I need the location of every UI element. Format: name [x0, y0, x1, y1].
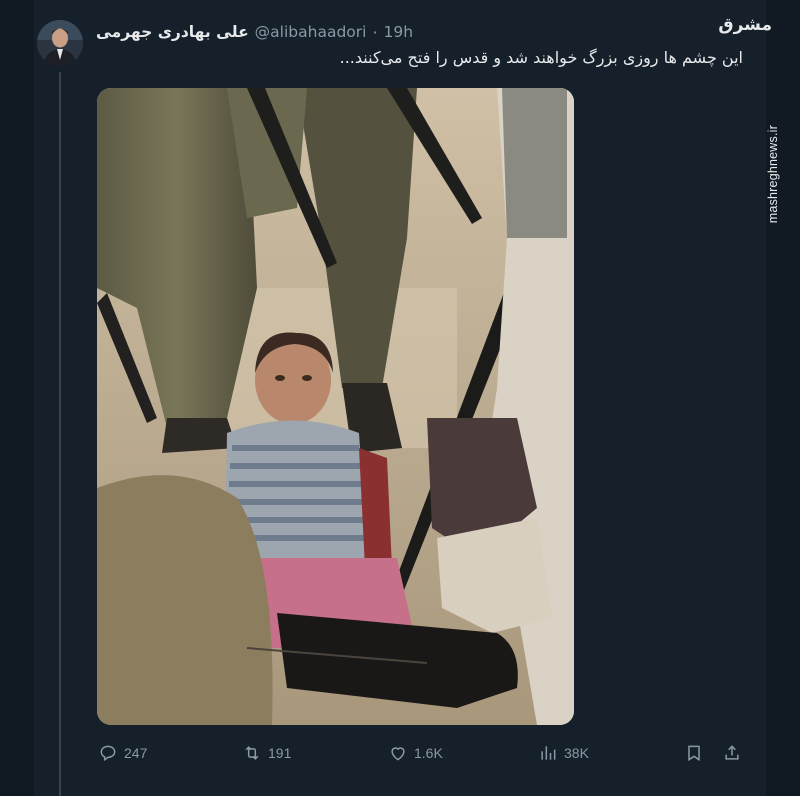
- reply-count: 247: [124, 745, 148, 761]
- reply-button[interactable]: 247: [98, 743, 147, 763]
- watermark-site: mashreghnews.ir: [766, 125, 780, 224]
- views-count: 38K: [564, 745, 589, 761]
- bookmark-icon: [688, 745, 700, 762]
- thread-line: [59, 72, 61, 796]
- retweet-count: 191: [268, 745, 292, 761]
- watermark: مشرق mashreghnews.ir: [718, 15, 780, 223]
- separator-dot: ·: [372, 22, 378, 42]
- tweet-header: علی بهادری جهرمی @alibahaadori · 19h: [96, 20, 436, 44]
- bookmark-button[interactable]: [684, 743, 704, 763]
- like-count: 1.6K: [414, 745, 443, 761]
- tweet-text: این چشم ها روزی بزرگ خواهند شد و قدس را …: [339, 48, 743, 67]
- avatar-image: [37, 20, 83, 66]
- tweet-photo[interactable]: [97, 88, 574, 725]
- user-handle[interactable]: @alibahaadori: [255, 23, 367, 41]
- heart-icon: [391, 747, 405, 761]
- display-name[interactable]: علی بهادری جهرمی: [96, 23, 249, 41]
- like-button[interactable]: 1.6K: [388, 743, 443, 763]
- avatar[interactable]: [37, 20, 83, 66]
- reply-icon: [100, 745, 116, 762]
- left-gutter: [0, 0, 34, 796]
- share-button[interactable]: [722, 743, 742, 763]
- views-button[interactable]: 38K: [538, 743, 589, 763]
- analytics-icon: [541, 746, 556, 760]
- retweet-icon: [245, 746, 259, 760]
- watermark-logo: مشرق: [718, 15, 772, 35]
- timestamp[interactable]: 19h: [384, 23, 414, 41]
- photo-image: [97, 88, 574, 725]
- share-icon: [725, 745, 739, 760]
- tweet-actions: 247 191 1.6K 38K: [96, 735, 746, 771]
- retweet-button[interactable]: 191: [242, 743, 291, 763]
